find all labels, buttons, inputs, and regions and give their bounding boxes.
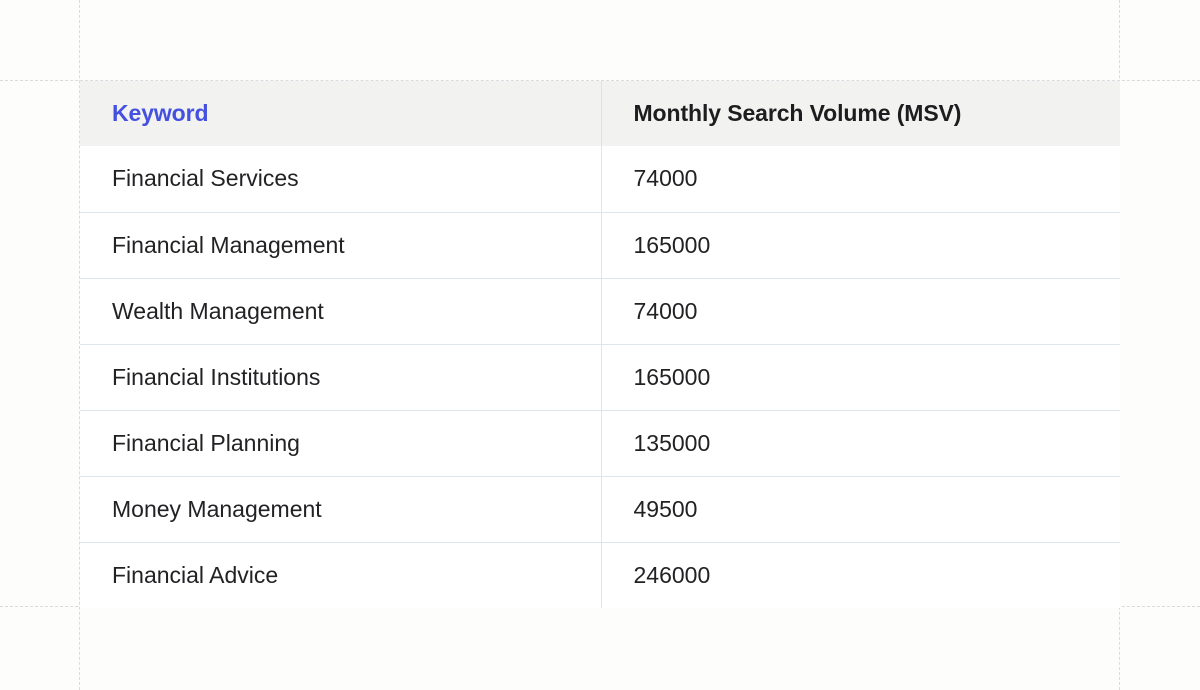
keyword-cell: Wealth Management [80, 278, 602, 344]
table-row: Financial Management 165000 [80, 212, 1120, 278]
msv-cell: 165000 [633, 231, 711, 258]
keyword-cell: Financial Institutions [80, 344, 602, 410]
msv-cell: 246000 [633, 561, 711, 588]
table-header: Keyword Monthly Search Volume (MSV) [80, 81, 1120, 146]
msv-cell: 165000 [633, 363, 711, 390]
msv-cell: 74000 [633, 165, 698, 192]
header-keyword[interactable]: Keyword [80, 81, 602, 146]
msv-cell: 49500 [633, 495, 698, 522]
table-row: Financial Advice 246000 [80, 542, 1120, 608]
table-row: Wealth Management 74000 [80, 278, 1120, 344]
table-row: Financial Services 74000 [80, 146, 1120, 212]
table-row: Money Management 49500 [80, 476, 1120, 542]
keyword-cell: Financial Services [80, 146, 602, 212]
keyword-cell: Financial Advice [80, 542, 602, 608]
table-body: Financial Services 74000 Financial Manag… [80, 146, 1120, 608]
keyword-msv-table: Keyword Monthly Search Volume (MSV) Fina… [80, 81, 1120, 608]
keyword-cell: Financial Planning [80, 410, 602, 476]
table-row: Financial Planning 135000 [80, 410, 1120, 476]
msv-cell: 135000 [633, 429, 711, 456]
table-row: Financial Institutions 165000 [80, 344, 1120, 410]
header-msv[interactable]: Monthly Search Volume (MSV) [601, 81, 1120, 146]
msv-cell: 74000 [633, 297, 698, 324]
keyword-table-container: Keyword Monthly Search Volume (MSV) Fina… [80, 81, 1120, 608]
header-row: Keyword Monthly Search Volume (MSV) [80, 81, 1120, 146]
keyword-cell: Money Management [80, 476, 602, 542]
keyword-cell: Financial Management [80, 212, 602, 278]
